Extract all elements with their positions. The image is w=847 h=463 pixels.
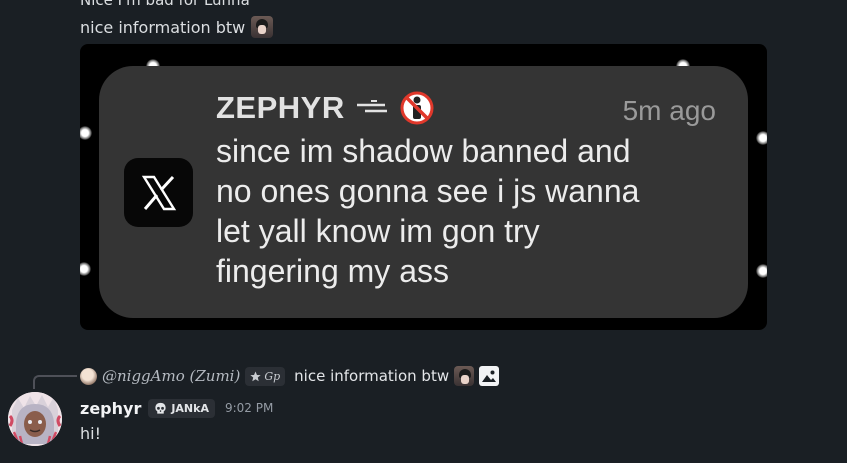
- avatar-art: [8, 392, 62, 446]
- previous-message-partial: Nice I'm bad for Lunna: [80, 0, 250, 9]
- stacked-lines-icon: [356, 100, 387, 113]
- reply-username[interactable]: @niggAmo (Zumi): [102, 367, 240, 385]
- message-content: hi!: [80, 424, 101, 443]
- guild-tag-text: JANkA: [171, 401, 209, 415]
- reply-tag-text: Gp: [264, 369, 281, 383]
- image-attachment[interactable]: ZEPHYR 5m ago since im shadow banned and…: [80, 44, 767, 330]
- reply-avatar[interactable]: [80, 367, 97, 385]
- sender-name: ZEPHYR: [216, 90, 345, 125]
- avatar[interactable]: [8, 392, 62, 446]
- previous-message-text: nice information btw: [80, 17, 246, 37]
- notification-time: 5m ago: [622, 95, 716, 126]
- notification-body: since im shadow banned and no ones gonna…: [216, 133, 640, 289]
- notification-card: ZEPHYR 5m ago since im shadow banned and…: [99, 66, 748, 318]
- message-timestamp[interactable]: 9:02 PM: [225, 401, 273, 415]
- previous-message: nice information btw: [80, 16, 274, 38]
- image-icon: [479, 366, 500, 386]
- no-entry-person-icon: [400, 91, 434, 125]
- skull-icon: [155, 402, 166, 414]
- reply-spine: [33, 375, 77, 389]
- star-icon: [250, 370, 261, 381]
- message-username[interactable]: zephyr: [80, 399, 141, 418]
- decorative-dot: [756, 131, 767, 145]
- guild-tag-badge[interactable]: JANkA: [148, 398, 215, 418]
- custom-emoji: [454, 366, 475, 386]
- reply-text: nice information btw: [294, 367, 450, 385]
- reply-preview[interactable]: @niggAmo (Zumi) Gp nice information btw: [80, 364, 500, 388]
- reply-tag-badge[interactable]: Gp: [245, 366, 286, 386]
- decorative-dot: [80, 262, 91, 276]
- x-logo-icon: [124, 158, 193, 227]
- decorative-dot: [80, 126, 92, 140]
- custom-emoji[interactable]: [251, 16, 274, 38]
- message-header: zephyr JANkA 9:02 PM: [80, 396, 273, 420]
- x-logo-glyph: [141, 175, 176, 210]
- decorative-dot: [756, 264, 767, 278]
- notification-sender: ZEPHYR: [216, 90, 435, 126]
